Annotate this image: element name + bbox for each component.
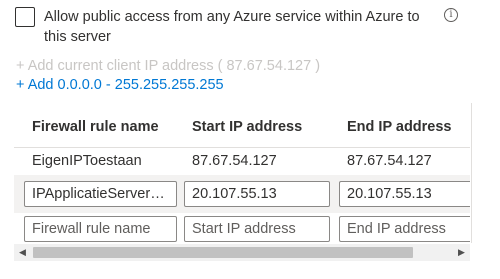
public-access-label: Allow public access from any Azure servi…: [44, 9, 420, 45]
column-header-start-ip: Start IP address: [192, 119, 303, 135]
firewall-settings-panel: Allow public access from any Azure servi…: [0, 0, 500, 279]
start-ip-cell: 87.67.54.127: [192, 153, 277, 169]
header-divider: [14, 147, 470, 148]
rule-name-cell: EigenIPToestaan: [32, 153, 142, 169]
edit-start-ip-input[interactable]: [184, 181, 330, 207]
new-end-ip-input[interactable]: [339, 216, 470, 242]
add-client-ip-link: + Add current client IP address ( 87.67.…: [16, 58, 321, 74]
horizontal-scrollbar[interactable]: ◀ ▶: [14, 244, 470, 261]
info-icon[interactable]: i: [444, 8, 458, 22]
column-header-rule-name: Firewall rule name: [32, 119, 159, 135]
scrollbar-thumb[interactable]: [33, 247, 413, 258]
scroll-left-icon[interactable]: ◀: [14, 244, 31, 261]
add-all-ip-range-link[interactable]: + Add 0.0.0.0 - 255.255.255.255: [16, 77, 224, 93]
edit-rule-name-input[interactable]: [24, 181, 177, 207]
end-ip-cell: 87.67.54.127: [347, 153, 432, 169]
edit-end-ip-input[interactable]: [339, 181, 470, 207]
scroll-right-icon[interactable]: ▶: [453, 244, 470, 261]
firewall-rules-table: Firewall rule name Start IP address End …: [14, 103, 470, 243]
new-rule-name-input[interactable]: [24, 216, 177, 242]
new-start-ip-input[interactable]: [184, 216, 330, 242]
column-header-end-ip: End IP address: [347, 119, 452, 135]
public-access-checkbox[interactable]: [15, 7, 35, 27]
table-right-border: [471, 103, 472, 243]
